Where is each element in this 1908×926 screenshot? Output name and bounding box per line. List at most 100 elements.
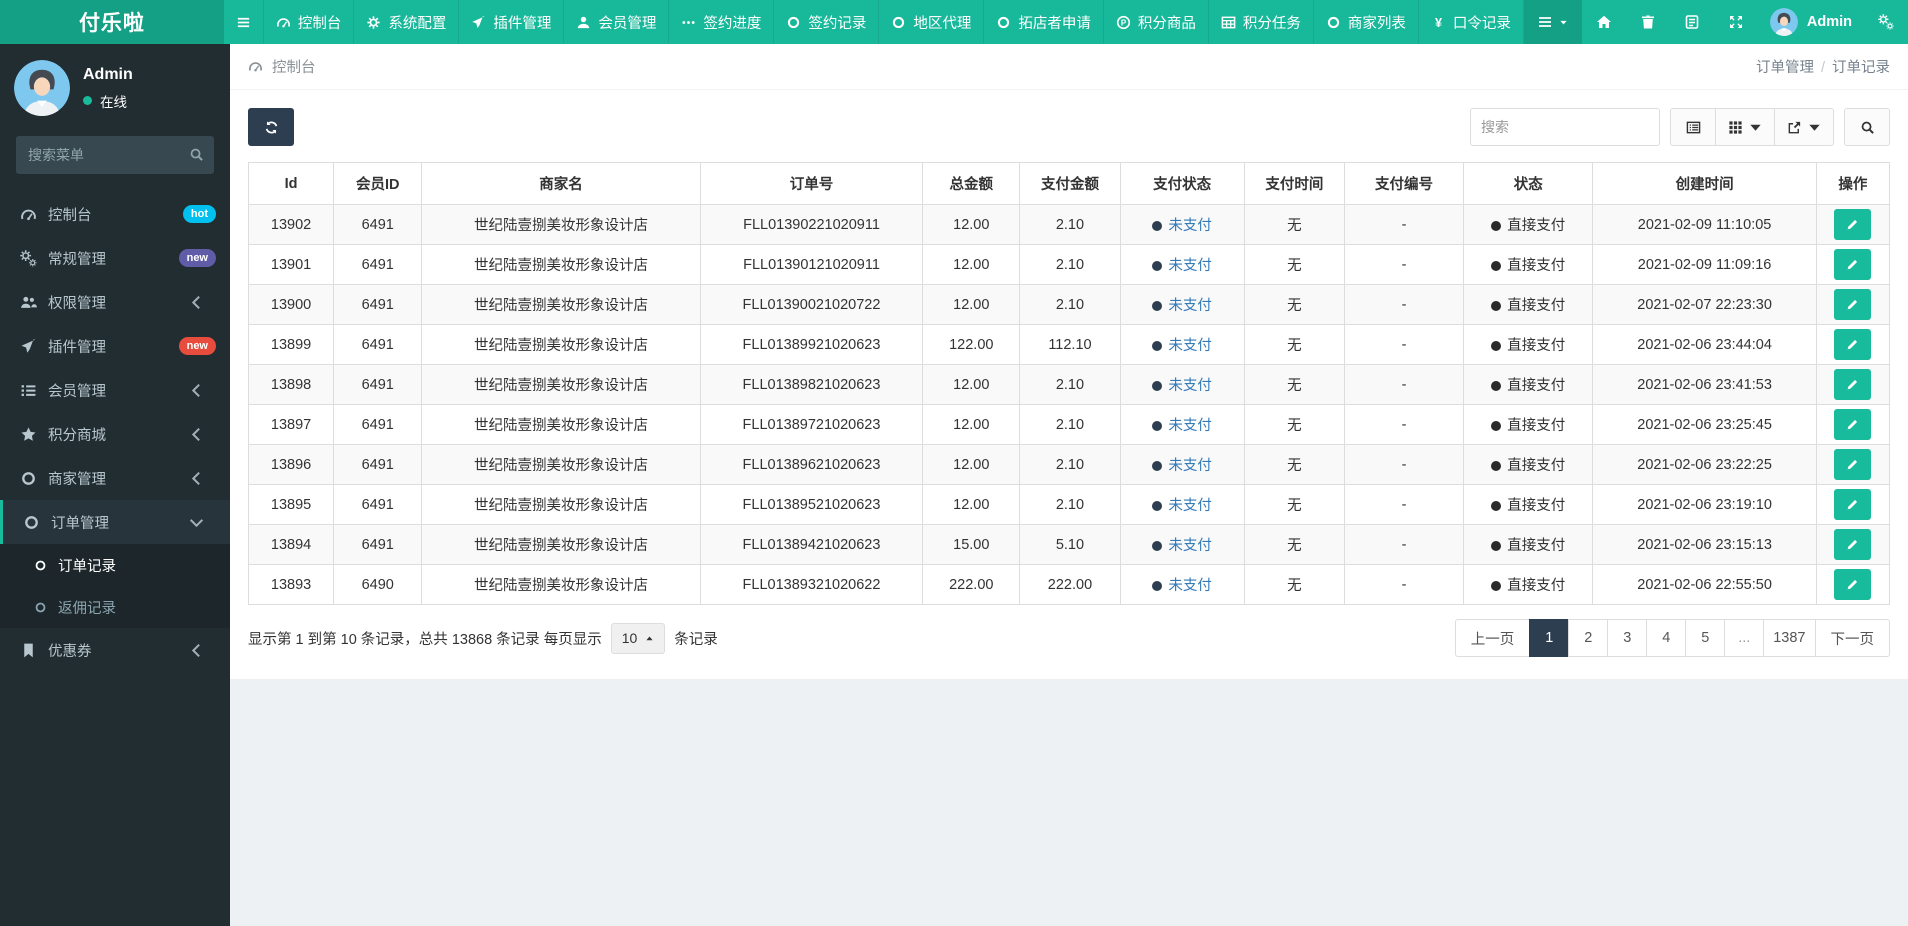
pay-status-link[interactable]: 未支付 [1168,338,1212,354]
edit-button[interactable] [1834,409,1872,440]
nav-item-sign-record[interactable]: 签约记录 [774,0,880,44]
brand-logo[interactable]: 付乐啦 [0,0,224,44]
list-dropdown-button[interactable] [1523,0,1582,44]
refresh-button[interactable] [248,108,294,146]
cell-created: 2021-02-06 23:41:53 [1592,364,1817,405]
cell-member_id: 6491 [333,524,423,565]
edit-button[interactable] [1834,369,1872,400]
nav-item-label: 签约进度 [703,15,762,32]
sidebar-item-order-manage[interactable]: 订单管理 [0,500,230,544]
edit-button[interactable] [1834,329,1872,360]
cell-pay_time: 无 [1243,324,1345,365]
navbar-menu: 控制台 系统配置 插件管理 会员管理 签约进度 签约记录 地区代理 拓店者申请 P 积分商品 积分任… [224,0,1524,44]
next-page-button[interactable]: 下一页 [1814,619,1890,657]
sidebar-item-plugin-manage[interactable]: 插件管理 new [0,324,230,368]
fullscreen-button[interactable] [1714,0,1758,44]
table-search-input[interactable] [1470,108,1660,146]
pay-status-link[interactable]: 未支付 [1168,538,1212,554]
home-button[interactable] [1582,0,1626,44]
settings-button[interactable] [1864,0,1908,44]
pay-status-link[interactable]: 未支付 [1168,458,1212,474]
sidebar-item-general-manage[interactable]: 常规管理 new [0,236,230,280]
pay-status-link[interactable]: 未支付 [1168,418,1212,434]
sidebar-item-merchant-manage[interactable]: 商家管理 [0,456,230,500]
edit-button[interactable] [1834,449,1872,480]
nav-item-shop-apply[interactable]: 拓店者申请 [984,0,1104,44]
table-row: 13897 6491 世纪陆壹捌美妆形象设计店 FLL01389721020623 12… [247,404,1891,445]
columns-button[interactable] [1715,108,1775,146]
prev-page-button[interactable]: 上一页 [1454,619,1531,657]
page-3-button[interactable]: 3 [1607,619,1648,657]
cell-order_no: FLL01389321020622 [699,564,924,605]
status-label: 直接支付 [1507,258,1566,274]
sidebar-subitem-rebate-record[interactable]: 返佣记录 [0,586,230,628]
edit-button[interactable] [1834,489,1872,520]
sidebar-item-coupon[interactable]: 优惠券 [0,628,230,672]
caret-down-icon [1807,120,1822,135]
list-icon [20,382,37,399]
pay-status-link[interactable]: 未支付 [1168,498,1212,514]
sidebar-item-points-mall[interactable]: 积分商城 [0,412,230,456]
table-footer: 显示第 1 到第 10 条记录，总共 13868 条记录 每页显示 10 条记录… [248,619,1890,657]
cell-order_no: FLL01389921020623 [699,324,924,365]
detail-view-button[interactable] [1670,108,1716,146]
pay-status-link[interactable]: 未支付 [1168,378,1212,394]
page-1-button[interactable]: 1 [1529,619,1570,657]
nav-item-plugin-manage[interactable]: 插件管理 [459,0,565,44]
summary-text: 显示第 1 到第 10 条记录，总共 13868 条记录 每页显示 [248,631,602,648]
nav-item-member-manage[interactable]: 会员管理 [564,0,670,44]
nav-item-region-agent[interactable]: 地区代理 [879,0,985,44]
sidebar-item-label: 商家管理 [48,471,106,488]
chevleft-icon [188,642,205,659]
nav-item-console[interactable]: 控制台 [264,0,355,44]
edit-button[interactable] [1834,529,1872,560]
sidebar-item-console[interactable]: 控制台 hot [0,192,230,236]
cell-merchant: 世纪陆壹捌美妆形象设计店 [421,324,701,365]
online-label: 在线 [100,94,127,110]
pay-status-link[interactable]: 未支付 [1168,298,1212,314]
export-button[interactable] [1774,108,1834,146]
edit-button[interactable] [1834,569,1872,600]
circle-icon [34,559,47,572]
nav-item-points-goods[interactable]: P 积分商品 [1104,0,1209,44]
nav-item-sidebar-toggle[interactable] [224,0,264,44]
pay-status-link[interactable]: 未支付 [1168,578,1212,594]
circle-icon [891,15,906,30]
cell-pay_status: 未支付 [1119,324,1245,365]
cell-pay_time: 无 [1243,204,1345,245]
page-5-button[interactable]: 5 [1685,619,1726,657]
sidebar-item-label: 常规管理 [48,251,106,268]
sidebar-item-member-manage[interactable]: 会员管理 [0,368,230,412]
nav-item-merchant-list[interactable]: 商家列表 [1314,0,1419,44]
documents-button[interactable] [1670,0,1714,44]
pagination-item: 1 [1529,619,1570,657]
page-4-button[interactable]: 4 [1646,619,1687,657]
admin-menu[interactable]: Admin [1758,0,1864,44]
edit-button[interactable] [1834,249,1872,280]
pay-status-link[interactable]: 未支付 [1168,258,1212,274]
breadcrumb-trail: 订单管理 / 订单记录 [1756,56,1890,77]
breadcrumb-section[interactable]: 控制台 [248,56,316,77]
nav-item-passcode-record[interactable]: ¥ 口令记录 [1419,0,1524,44]
sidebar-subitem-order-record[interactable]: 订单记录 [0,544,230,586]
nav-item-points-task[interactable]: 积分任务 [1209,0,1314,44]
pay-status-link[interactable]: 未支付 [1168,218,1212,234]
page-size-select[interactable]: 10 [610,622,666,654]
page-2-button[interactable]: 2 [1568,619,1609,657]
cell-pay_status: 未支付 [1119,204,1245,245]
search-button[interactable] [1844,108,1890,146]
status-dot-icon [1491,581,1502,591]
sidebar-item-auth-manage[interactable]: 权限管理 [0,280,230,324]
menu-search-input[interactable] [16,136,214,174]
cell-status: 直接支付 [1463,204,1594,245]
edit-button[interactable] [1834,209,1872,240]
page-1387-button[interactable]: 1387 [1763,619,1816,657]
trash-button[interactable] [1626,0,1670,44]
status-dot-icon [1491,301,1502,311]
nav-item-system-config[interactable]: 系统配置 [354,0,460,44]
breadcrumb-parent[interactable]: 订单管理 [1756,60,1814,76]
cell-paid: 2.10 [1019,244,1121,285]
nav-item-sign-progress[interactable]: 签约进度 [669,0,775,44]
edit-button[interactable] [1834,289,1872,320]
column-header-status: 状态 [1463,162,1594,205]
